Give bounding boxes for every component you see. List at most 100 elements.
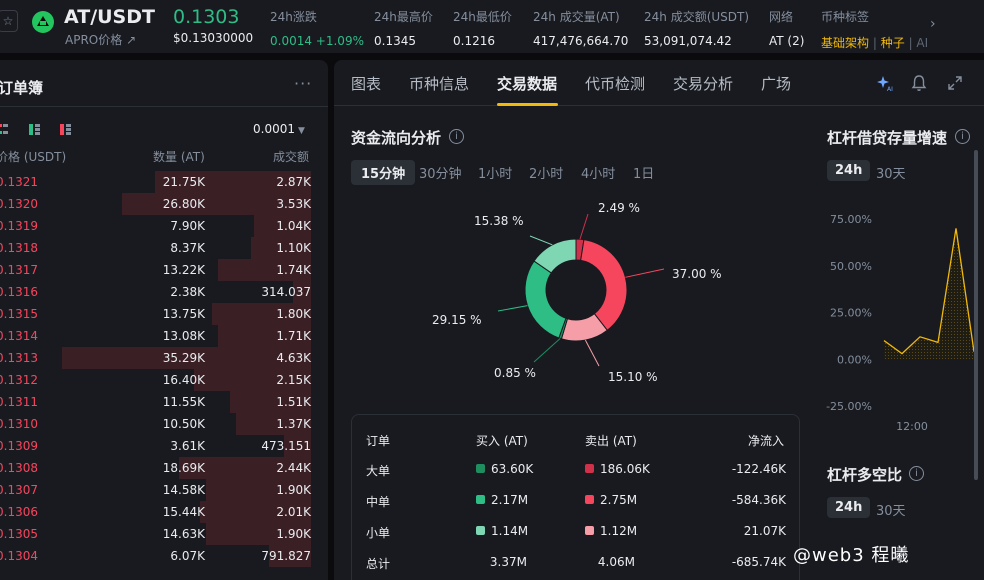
ask-qty: 18.69K [162, 461, 205, 475]
precision-value: 0.0001 [253, 122, 295, 136]
interval-4h[interactable]: 4小时 [581, 160, 615, 185]
tab-square[interactable]: 广场 [761, 73, 791, 94]
ask-row[interactable]: 0.1311 11.55K 1.51K [0, 391, 328, 413]
ask-row[interactable]: 0.1310 10.50K 1.37K [0, 413, 328, 435]
info-icon[interactable]: i [955, 129, 970, 144]
ask-row[interactable]: 0.1315 13.75K 1.80K [0, 303, 328, 325]
ask-row[interactable]: 0.1320 26.80K 3.53K [0, 193, 328, 215]
header-order: 订单 [366, 434, 391, 448]
y-tick-label: 50.00% [830, 260, 872, 273]
ask-qty: 6.07K [170, 549, 205, 563]
coin-logo [32, 11, 54, 33]
ask-amount: 1.10K [276, 241, 311, 255]
ask-price: 0.1314 [0, 329, 38, 343]
chevron-right-icon[interactable]: › [930, 16, 936, 32]
info-icon[interactable]: i [909, 466, 924, 481]
orderbook-both-icon[interactable] [0, 124, 9, 135]
ask-row[interactable]: 0.1314 13.08K 1.71K [0, 325, 328, 347]
ask-qty: 13.22K [162, 263, 205, 277]
ratio-period-30d[interactable]: 30天 [876, 500, 906, 519]
ask-row[interactable]: 0.1307 14.58K 1.90K [0, 479, 328, 501]
stat-network[interactable]: 网络 AT (2) [769, 8, 804, 48]
y-tick-label: 25.00% [830, 307, 872, 320]
expand-icon[interactable] [946, 74, 964, 92]
tab-trade-analysis[interactable]: 交易分析 [673, 73, 733, 94]
sell-value-text: 4.06M [597, 555, 635, 569]
tab-bar: 图表 币种信息 交易数据 代币检测 交易分析 广场 AI [334, 60, 984, 106]
buy-value-text: 63.60K [491, 462, 534, 476]
tab-coin-info[interactable]: 币种信息 [409, 73, 469, 94]
info-icon[interactable]: i [449, 129, 464, 144]
ask-qty: 16.40K [162, 373, 205, 387]
growth-period-24h[interactable]: 24h [827, 160, 871, 181]
leverage-growth-title: 杠杆借贷存量增速 [827, 129, 948, 147]
interval-30m[interactable]: 30分钟 [419, 160, 462, 185]
ask-row[interactable]: 0.1319 7.90K 1.04K [0, 215, 328, 237]
donut-slice[interactable] [524, 260, 567, 339]
ask-row[interactable]: 0.1321 21.75K 2.87K [0, 171, 328, 193]
ai-sparkle-icon[interactable]: AI [876, 74, 894, 92]
ask-qty: 7.90K [170, 219, 205, 233]
tag-ai[interactable]: | AI [909, 36, 929, 50]
tag-seed[interactable]: 种子 [881, 36, 905, 50]
ask-amount: 314.037 [261, 285, 311, 299]
orderbook-bids-icon[interactable] [29, 124, 41, 135]
header-sell: 卖出 (AT) [585, 434, 637, 448]
ask-amount: 1.90K [276, 483, 311, 497]
ask-price: 0.1304 [0, 549, 38, 563]
ask-amount: 1.71K [276, 329, 311, 343]
precision-select[interactable]: 0.0001 ▼ [253, 122, 305, 136]
interval-1d[interactable]: 1日 [633, 160, 654, 185]
interval-15m[interactable]: 15分钟 [351, 160, 416, 185]
interval-2h[interactable]: 2小时 [529, 160, 563, 185]
slice-label: 15.38 % [474, 214, 524, 228]
ask-row[interactable]: 0.1306 15.44K 2.01K [0, 501, 328, 523]
tab-token-check[interactable]: 代币检测 [585, 73, 645, 94]
ask-amount: 3.53K [276, 197, 311, 211]
header-net: 净流入 [748, 434, 785, 448]
ask-row[interactable]: 0.1308 18.69K 2.44K [0, 457, 328, 479]
y-tick-label: -25.00% [826, 400, 872, 413]
star-icon[interactable]: ☆ [0, 10, 18, 32]
ask-row[interactable]: 0.1309 3.61K 473.151 [0, 435, 328, 457]
caret-down-icon: ▼ [298, 126, 305, 136]
ask-qty: 8.37K [170, 241, 205, 255]
interval-1h[interactable]: 1小时 [478, 160, 512, 185]
orderbook-asks-icon[interactable] [60, 124, 72, 135]
coin-price-link[interactable]: APRO价格 ↗ [65, 31, 136, 48]
pair-name[interactable]: AT/USDT [64, 6, 155, 28]
money-flow-table: 订单 买入 (AT) 卖出 (AT) 净流入 大单 63.60K 186.06K -1… [351, 414, 800, 580]
ask-price: 0.1316 [0, 285, 38, 299]
leader-line [579, 213, 589, 240]
growth-period-30d[interactable]: 30天 [876, 163, 906, 182]
tag-infrastructure[interactable]: 基础架构 [821, 36, 869, 50]
ask-qty: 10.50K [162, 417, 205, 431]
tab-chart[interactable]: 图表 [351, 73, 381, 94]
stat-label: 网络 [769, 10, 794, 24]
ask-row[interactable]: 0.1316 2.38K 314.037 [0, 281, 328, 303]
more-icon[interactable]: ··· [294, 74, 312, 93]
ask-price: 0.1315 [0, 307, 38, 321]
coin-price-label: APRO价格 [65, 33, 123, 47]
scrollbar[interactable] [974, 150, 978, 480]
donut-slice[interactable] [580, 239, 628, 332]
tab-trading-data[interactable]: 交易数据 [497, 73, 557, 94]
stat-coin-tags: 币种标签 基础架构 | 种子 | AI [821, 8, 928, 51]
ask-row[interactable]: 0.1305 14.63K 1.90K [0, 523, 328, 545]
ask-row[interactable]: 0.1304 6.07K 791.827 [0, 545, 328, 567]
sell-value: 2.75M [585, 493, 637, 507]
legend-swatch [585, 526, 594, 535]
bell-icon[interactable] [910, 74, 928, 92]
ask-price: 0.1309 [0, 439, 38, 453]
ask-row[interactable]: 0.1317 13.22K 1.74K [0, 259, 328, 281]
ask-qty: 11.55K [162, 395, 205, 409]
stat-label: 24h最低价 [453, 10, 512, 24]
ask-row[interactable]: 0.1312 16.40K 2.15K [0, 369, 328, 391]
stat-label: 24h 成交量(AT) [533, 10, 620, 24]
ask-row[interactable]: 0.1318 8.37K 1.10K [0, 237, 328, 259]
arrow-up-right-icon: ↗ [126, 33, 137, 47]
legend-swatch [476, 526, 485, 535]
ask-row[interactable]: 0.1313 35.29K 4.63K [0, 347, 328, 369]
ratio-period-24h[interactable]: 24h [827, 497, 871, 518]
slice-label: 37.00 % [672, 267, 722, 281]
